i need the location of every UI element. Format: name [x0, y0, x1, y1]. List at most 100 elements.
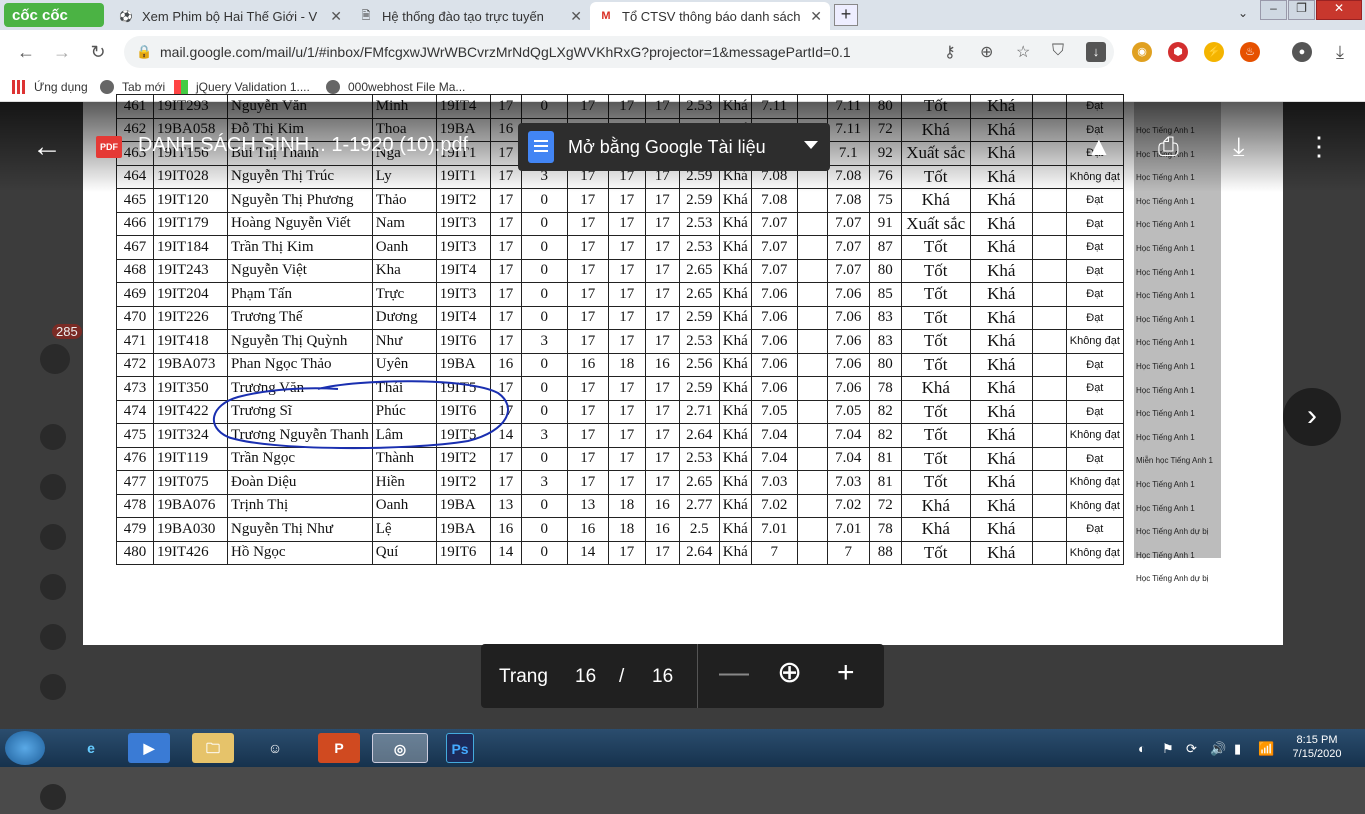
cell-tc-tl: 17 [644, 376, 680, 401]
cell-tc-dk: 17 [607, 211, 646, 236]
zoom-icon[interactable]: ⊕ [777, 658, 802, 688]
close-icon[interactable]: ✕ [570, 8, 582, 25]
signal-icon[interactable]: 📶 [1258, 741, 1274, 757]
cell-xep-loai: Khá [718, 258, 752, 283]
bookmark-000webhost[interactable]: 000webhost File Ma... [326, 80, 465, 94]
cell-tc-tl: 17 [644, 399, 680, 424]
fire-ext-icon[interactable]: ♨ [1240, 42, 1260, 62]
explorer-icon[interactable]: 🗀 [192, 733, 234, 763]
cell-ho-dem: Nguyễn Việt [227, 258, 373, 283]
volume-icon[interactable]: 🔊 [1210, 741, 1226, 757]
shield-icon[interactable]: ⛉ [1052, 42, 1064, 60]
back-arrow-icon[interactable]: ← [32, 130, 62, 164]
cell-xl-ren-luyen: Tốt [900, 305, 971, 330]
system-clock[interactable]: 8:15 PM 7/15/2020 [1282, 733, 1352, 761]
chevron-down-icon[interactable] [804, 141, 818, 149]
cell-empty2 [1031, 211, 1067, 236]
inbox-icon[interactable] [40, 424, 66, 450]
address-bar[interactable]: 🔒 mail.google.com/mail/u/1/#inbox/FMfcgx… [124, 36, 1114, 68]
cell-tc-dk: 17 [607, 399, 646, 424]
keyboard-icon[interactable] [40, 674, 66, 700]
back-arrow-icon[interactable]: ← [14, 40, 38, 64]
cell-tc-tl: 17 [644, 282, 680, 307]
document-title: DANH SÁCH SINH... 1-1920 (10).pdf [138, 134, 469, 156]
battery-icon[interactable]: ▮ [1234, 741, 1241, 757]
cell-tieng-anh: Đạt [1065, 211, 1124, 236]
downloads-icon[interactable]: ⤓ [1328, 40, 1352, 64]
maximize-button[interactable]: ❐ [1288, 0, 1315, 20]
cell-diem: 7.01 [750, 517, 798, 542]
more-vert-icon[interactable]: ⋮ [1306, 131, 1332, 162]
bookmark-newtab[interactable]: Tab mới [100, 80, 165, 94]
zoom-icon[interactable]: ⊕ [980, 42, 993, 62]
zoom-out-icon[interactable]: — [719, 658, 749, 688]
print-icon[interactable]: ⎙ [1158, 131, 1179, 163]
cell-ren-luyen: 80 [868, 352, 902, 377]
cell-ren-luyen: 82 [868, 423, 902, 448]
add-to-drive-icon[interactable]: ▲ [1086, 131, 1112, 162]
sync-icon[interactable]: ⟳ [1186, 741, 1197, 757]
cell-empty [796, 188, 828, 213]
next-page-button[interactable]: › [1283, 388, 1341, 446]
media-player-icon[interactable]: ▶ [128, 733, 170, 763]
cell-empty [796, 235, 828, 260]
cell-ho-dem: Trịnh Thị [227, 493, 373, 518]
new-tab-button[interactable]: + [834, 4, 858, 26]
compose-icon[interactable] [40, 344, 70, 374]
cell-no: 3 [520, 329, 568, 354]
cell-diem-tb: 7.06 [826, 352, 870, 377]
cell-xl-ren-luyen: Tốt [900, 282, 971, 307]
avatar[interactable] [40, 784, 66, 810]
lightning-ext-icon[interactable]: ⚡ [1204, 42, 1224, 62]
close-icon[interactable]: ✕ [330, 8, 342, 25]
bookmark-jquery[interactable]: jQuery Validation 1.... [174, 80, 310, 94]
cell-xl-ren-luyen: Tốt [900, 470, 971, 495]
close-icon[interactable]: ✕ [810, 8, 822, 25]
cell-diem-tb: 7.03 [826, 470, 870, 495]
tab-daotao[interactable]: 🗎 Hệ thống đào tạo trực tuyến ✕ [350, 2, 590, 30]
cell-empty [796, 517, 828, 542]
zoom-in-icon[interactable]: + [837, 658, 855, 688]
minimize-button[interactable]: – [1260, 0, 1287, 20]
cell-diem-tb: 7.08 [826, 188, 870, 213]
start-button[interactable] [5, 731, 45, 765]
ie-icon[interactable]: e [70, 733, 112, 763]
table-row: 469 19IT204 Phạm Tấn Trực 19IT3 17 0 17 17 17 2.65… [116, 282, 1124, 307]
star-icon[interactable] [40, 474, 66, 500]
unread-badge: 285 [52, 324, 82, 339]
game-icon[interactable]: ☺ [254, 733, 296, 763]
cell-stt: 474 [116, 399, 154, 424]
note-text: Học Tiếng Anh 1 [1136, 480, 1195, 489]
coccoc-taskbar-icon[interactable]: ◎ [372, 733, 428, 763]
chat-icon[interactable] [40, 574, 66, 600]
forward-arrow-icon[interactable]: → [50, 40, 74, 64]
video-icon[interactable] [40, 624, 66, 650]
clock-icon[interactable] [40, 524, 66, 550]
cell-xl-ren-luyen: Tốt [900, 540, 971, 565]
cell-ren-luyen: 81 [868, 470, 902, 495]
powerpoint-icon[interactable]: P [318, 733, 360, 763]
current-page[interactable]: 16 [575, 666, 596, 688]
bookmark-apps[interactable]: Ứng dụng [12, 80, 88, 94]
reload-icon[interactable]: ↻ [86, 40, 110, 64]
profile-icon[interactable]: ● [1292, 42, 1312, 62]
close-window-button[interactable]: ✕ [1316, 0, 1362, 20]
tab-gmail[interactable]: M Tổ CTSV thông báo danh sách ✕ [590, 2, 830, 30]
cell-empty2 [1031, 446, 1067, 471]
open-with-docs-button[interactable]: Mở bằng Google Tài liệu [518, 123, 830, 171]
star-icon[interactable]: ☆ [1016, 42, 1030, 62]
minimize-tray-icon[interactable]: ⌄ [1232, 6, 1254, 26]
network-tray-icon[interactable]: ◐ [1138, 741, 1146, 756]
download-icon[interactable]: ↓ [1086, 42, 1106, 62]
key-icon[interactable]: ⚷ [944, 42, 956, 62]
flag-icon[interactable]: ⚑ [1162, 741, 1174, 757]
photoshop-icon[interactable]: Ps [446, 733, 474, 763]
adblock-icon[interactable]: ⬢ [1168, 42, 1188, 62]
coccoc-logo[interactable]: cốc cốc [4, 3, 104, 27]
cell-ren-luyen: 83 [868, 305, 902, 330]
coccoc-ext-icon[interactable]: ◉ [1132, 42, 1152, 62]
tab-phim[interactable]: ⚽ Xem Phim bộ Hai Thế Giới - V ✕ [110, 2, 350, 30]
cell-ho-dem: Phạm Tấn [227, 282, 373, 307]
cell-gpa: 2.59 [678, 188, 720, 213]
download-icon[interactable]: ⤓ [1233, 131, 1245, 163]
